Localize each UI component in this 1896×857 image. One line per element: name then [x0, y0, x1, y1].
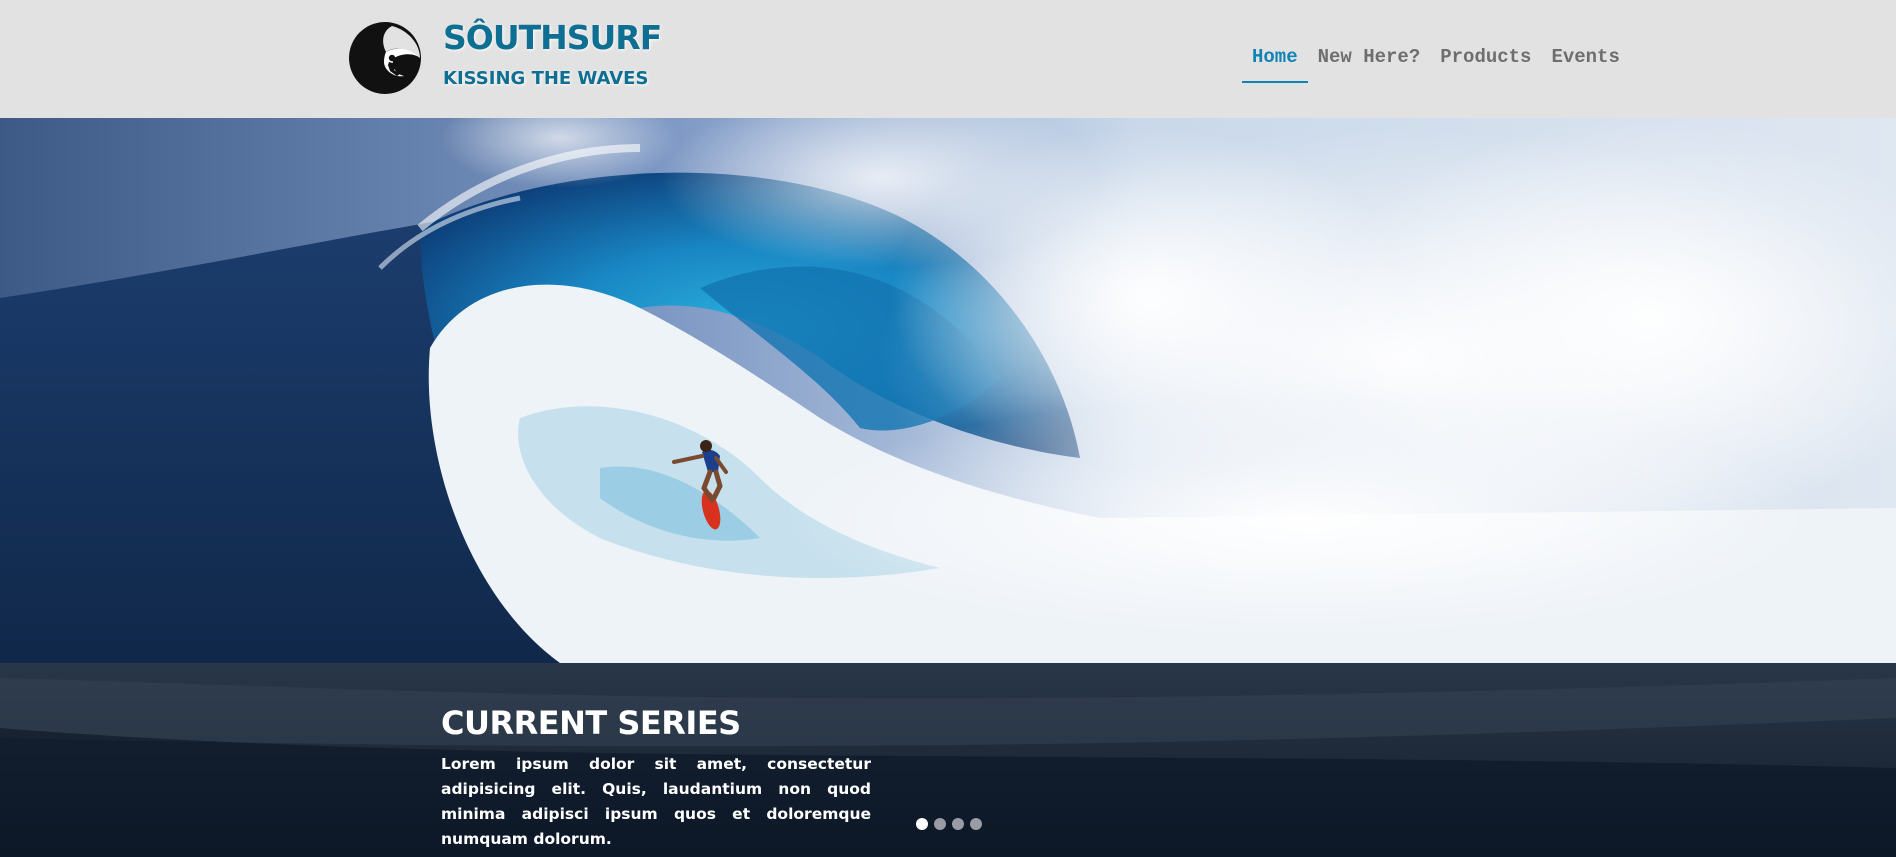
- nav-item-products[interactable]: Products: [1430, 44, 1541, 81]
- nav-item-events[interactable]: Events: [1541, 44, 1629, 81]
- slide-description: Lorem ipsum dolor sit amet, consectetur …: [441, 755, 871, 848]
- slider-dots: [916, 818, 982, 830]
- slide-title: CURRENT SERIES: [441, 704, 741, 742]
- brand-name[interactable]: SÔUTHSURF: [443, 18, 662, 57]
- slider-dot-1[interactable]: [916, 818, 928, 830]
- nav-item-new-here[interactable]: New Here?: [1308, 44, 1431, 81]
- site-header: SÔUTHSURF KISSING THE WAVES Home New Her…: [0, 0, 1896, 118]
- nav-item-home[interactable]: Home: [1242, 44, 1308, 83]
- slider-dot-4[interactable]: [970, 818, 982, 830]
- slider-dot-2[interactable]: [934, 818, 946, 830]
- wave-surfer-logo-icon[interactable]: [348, 18, 423, 98]
- brand-tagline: KISSING THE WAVES: [443, 68, 649, 89]
- main-nav: Home New Here? Products Events: [1242, 44, 1630, 84]
- hero-slider: CURRENT SERIES Lorem ipsum dolor sit ame…: [0, 118, 1896, 857]
- slider-dot-3[interactable]: [952, 818, 964, 830]
